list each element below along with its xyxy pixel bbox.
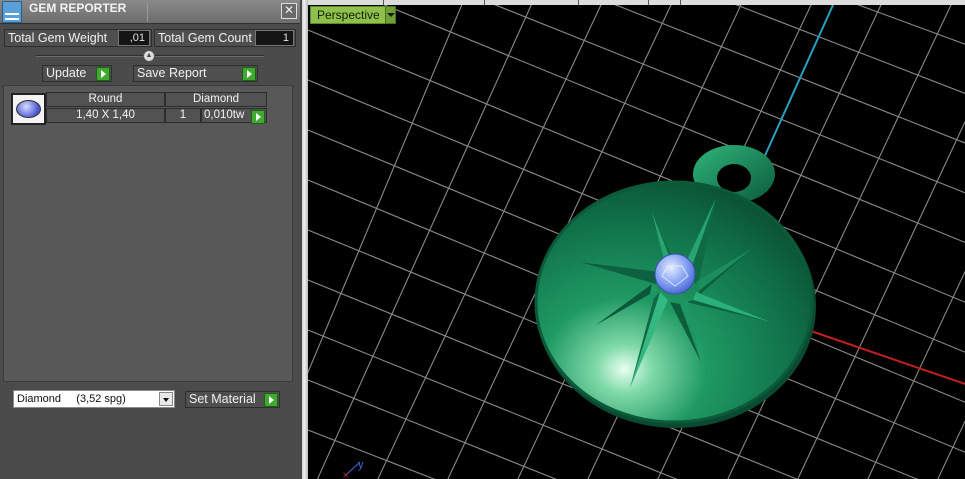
view-mode-label: Perspective — [317, 8, 380, 22]
total-gem-count-field: Total Gem Count 1 — [154, 29, 296, 47]
total-gem-weight-value: ,01 — [118, 30, 150, 46]
close-icon[interactable]: ✕ — [281, 3, 297, 19]
panel-body: Total Gem Weight ,01 Total Gem Count 1 ▲… — [0, 25, 300, 479]
total-gem-count-label: Total Gem Count — [158, 31, 252, 45]
save-report-button-label: Save Report — [137, 66, 207, 80]
title-separator — [147, 3, 148, 22]
go-arrow-icon[interactable] — [96, 67, 110, 81]
panel-title: GEM REPORTER — [29, 1, 127, 15]
title-bar: GEM REPORTER ✕ — [0, 0, 300, 24]
gem-thumbnail-icon[interactable] — [11, 93, 46, 125]
axis-gizmo: y ⨯ — [342, 459, 364, 479]
chevron-down-icon[interactable] — [385, 6, 396, 24]
material-select[interactable]: Diamond (3,52 spg) — [13, 390, 175, 408]
set-material-button-label: Set Material — [189, 392, 256, 406]
update-button[interactable]: Update — [42, 65, 112, 82]
gem-count-cell: 1 — [165, 108, 201, 123]
total-gem-weight-label: Total Gem Weight — [8, 31, 108, 45]
diamond-gem[interactable] — [654, 253, 696, 295]
gem-list: Round Diamond 1,40 X 1,40 1 0,010tw — [3, 85, 293, 382]
go-arrow-icon[interactable] — [264, 393, 278, 407]
3d-viewport[interactable]: y ⨯ Perspective — [308, 0, 965, 479]
go-arrow-icon[interactable] — [242, 67, 256, 81]
save-report-button[interactable]: Save Report — [133, 65, 258, 82]
set-material-button[interactable]: Set Material — [185, 391, 280, 408]
total-gem-count-value: 1 — [255, 30, 294, 46]
axis-label-y: y — [358, 459, 364, 471]
gem-weight-cell: 0,010tw — [201, 108, 267, 124]
app-icon — [2, 1, 22, 23]
x-axis-line — [807, 329, 965, 386]
total-gem-weight-field: Total Gem Weight ,01 — [4, 29, 152, 47]
dropdown-arrow-icon[interactable] — [159, 392, 173, 406]
svg-text:⨯: ⨯ — [342, 470, 350, 479]
viewport-canvas: y ⨯ — [308, 0, 965, 479]
gem-shape-cell: Round — [46, 92, 165, 107]
update-button-label: Update — [46, 66, 87, 80]
view-mode-button[interactable]: Perspective — [310, 6, 396, 24]
viewport-top-ruler — [308, 0, 965, 5]
pendant-model[interactable] — [534, 180, 816, 428]
gem-weight-value: 0,010tw — [204, 109, 245, 121]
gem-size-cell: 1,40 X 1,40 — [46, 108, 165, 123]
material-select-value: Diamond (3,52 spg) — [17, 393, 126, 405]
gem-type-cell: Diamond — [165, 92, 267, 107]
go-arrow-icon[interactable] — [251, 110, 265, 124]
slider-knob-icon[interactable]: ▲ — [143, 50, 155, 62]
gem-reporter-panel: GEM REPORTER ✕ Total Gem Weight ,01 Tota… — [0, 0, 302, 479]
